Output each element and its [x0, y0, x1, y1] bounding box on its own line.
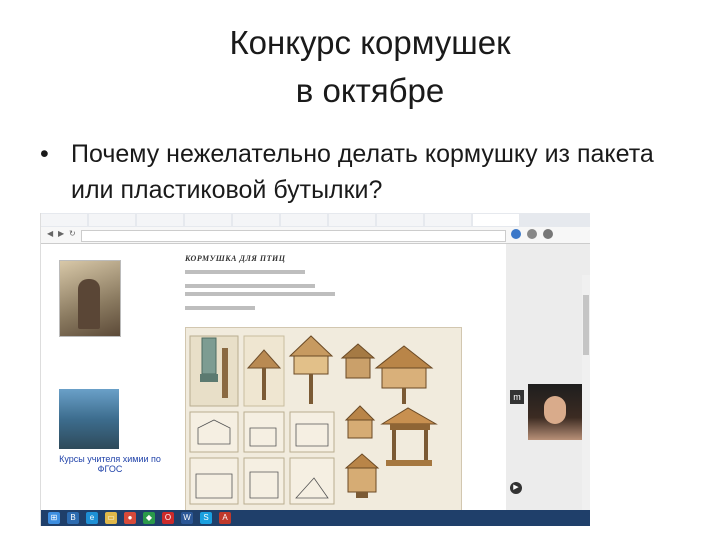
document-heading: КОРМУШКА ДЛЯ ПТИЦ: [185, 254, 286, 263]
ad-title: Курсы учителя химии по ФГОС: [59, 454, 161, 474]
browser-icon: B: [67, 512, 79, 524]
ad-photo: [59, 389, 119, 449]
menu-icon: [543, 229, 553, 239]
browser-tab: [41, 214, 87, 226]
browser-tab: [377, 214, 423, 226]
video-thumbnail: [528, 384, 582, 440]
skype-icon: S: [200, 512, 212, 524]
feeder-illustrations: [189, 335, 438, 505]
shield-icon: ◆: [143, 512, 155, 524]
slide-title-line1: Конкурс кормушек: [229, 24, 511, 61]
web-page: Курсы учителя химии по ФГОС КОРМУШКА ДЛЯ…: [41, 244, 590, 526]
forward-icon: ▶: [58, 229, 65, 238]
browser-tab: [233, 214, 279, 226]
left-sidebar: Курсы учителя химии по ФГОС: [49, 244, 174, 510]
browser-tab: [425, 214, 471, 226]
bird-feeder-drawing: [185, 327, 462, 512]
document-text-line: [185, 292, 335, 296]
windows-icon: ⊞: [48, 512, 60, 524]
browser-tab: [185, 214, 231, 226]
right-sidebar: m ▶: [506, 244, 590, 510]
scrollbar: [582, 275, 590, 526]
play-icon: ▶: [510, 482, 522, 494]
document-text-line: [185, 306, 255, 310]
document-text-line: [185, 284, 315, 288]
extension-icon: [511, 229, 521, 239]
pdf-icon: A: [219, 512, 231, 524]
slide-title-line2: в октябре: [295, 72, 445, 109]
site-logo-icon: m: [510, 390, 524, 404]
opera-icon: O: [162, 512, 174, 524]
url-field: [81, 230, 506, 242]
browser-tab-bar: [41, 213, 590, 227]
document-text-line: [185, 270, 305, 274]
browser-tab: [281, 214, 327, 226]
browser-tab: [137, 214, 183, 226]
ie-icon: e: [86, 512, 98, 524]
browser-tab-active: [473, 214, 519, 226]
document-area: КОРМУШКА ДЛЯ ПТИЦ: [179, 244, 479, 512]
browser-screenshot-image: ◀ ▶ ↻ Курсы учителя химии по ФГОС КОРМУШ…: [40, 213, 590, 526]
folder-icon: ▭: [105, 512, 117, 524]
address-bar: ◀ ▶ ↻: [41, 227, 590, 244]
bullet-dot: •: [40, 140, 49, 168]
extension-icon: [527, 229, 537, 239]
browser-tab: [329, 214, 375, 226]
browser-tab: [89, 214, 135, 226]
chrome-icon: ●: [124, 512, 136, 524]
word-icon: W: [181, 512, 193, 524]
back-icon: ◀: [47, 229, 54, 238]
bullet-text: Почему нежелательно делать кормушку из п…: [71, 140, 654, 204]
reload-icon: ↻: [69, 229, 76, 238]
windows-taskbar: ⊞ B e ▭ ● ◆ O W S A: [41, 510, 590, 526]
profile-photo: [59, 260, 121, 337]
